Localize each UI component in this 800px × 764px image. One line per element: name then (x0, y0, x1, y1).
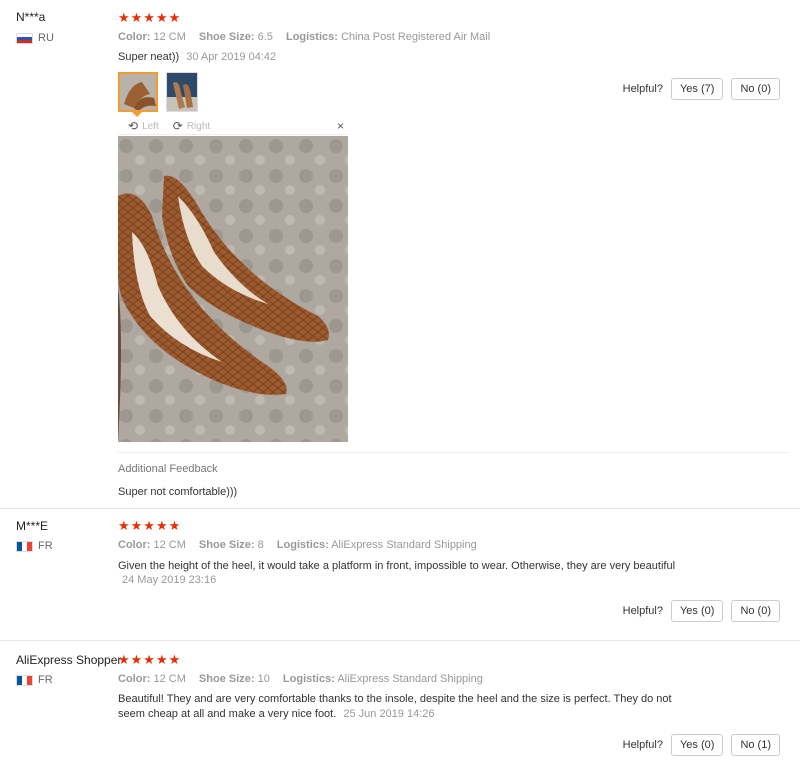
logistics-label: Logistics: (276, 539, 329, 551)
shoe-size-value: 6.5 (257, 31, 273, 43)
review-photo-thumbnail-1[interactable] (118, 72, 158, 112)
review-date: 25 Jun 2019 14:26 (343, 708, 435, 720)
helpful-vote: Helpful? Yes (0) No (0) (623, 600, 780, 622)
star-rating: ★★★★★ (118, 652, 182, 667)
country-code: RU (38, 32, 54, 44)
review-photo-thumbnail-2[interactable] (166, 72, 198, 112)
rotate-right-label[interactable]: Right (187, 121, 210, 132)
logistics-label: Logistics: (282, 673, 335, 685)
review-3: AliExpress Shopper FR ★★★★★ Color: 12 CM… (0, 640, 800, 764)
helpful-label: Helpful? (622, 83, 663, 95)
reviewer-name: N***a (16, 10, 46, 24)
logistics-value: AliExpress Standard Shipping (337, 673, 483, 685)
rotate-left-label[interactable]: Left (142, 121, 159, 132)
color-value: 12 CM (153, 673, 186, 685)
reviewer-country: FR (16, 674, 53, 686)
reviewer-country: FR (16, 540, 53, 552)
country-code: FR (38, 540, 53, 552)
additional-feedback-text: Super not comfortable))) (118, 486, 238, 498)
helpful-no-button[interactable]: No (1) (731, 734, 780, 756)
russia-flag-icon (16, 32, 33, 44)
color-label: Color: (118, 31, 151, 43)
review-2: M***E FR ★★★★★ Color: 12 CM Shoe Size: 8… (0, 508, 800, 640)
helpful-label: Helpful? (622, 605, 663, 617)
logistics-value: AliExpress Standard Shipping (331, 539, 477, 551)
review-date: 24 May 2019 23:16 (122, 574, 217, 586)
helpful-no-button[interactable]: No (0) (731, 78, 780, 100)
review-text: Super neat)) 30 Apr 2019 04:42 (118, 49, 276, 65)
helpful-label: Helpful? (622, 739, 663, 751)
color-value: 12 CM (153, 31, 186, 43)
feedback-divider (118, 452, 788, 453)
logistics-label: Logistics: (285, 31, 338, 43)
additional-feedback-title: Additional Feedback (118, 463, 218, 475)
shoe-size-label: Shoe Size: (198, 539, 255, 551)
helpful-yes-button[interactable]: Yes (7) (670, 78, 724, 100)
shoe-size-value: 10 (257, 673, 270, 685)
helpful-vote: Helpful? Yes (0) No (1) (623, 734, 780, 756)
reviewer-name: AliExpress Shopper (16, 653, 122, 667)
helpful-yes-button[interactable]: Yes (0) (670, 600, 724, 622)
rotate-left-icon[interactable]: ⟲ (128, 119, 138, 133)
star-rating: ★★★★★ (118, 10, 182, 25)
review-date-line: 24 May 2019 23:16 (118, 572, 216, 588)
helpful-yes-button[interactable]: Yes (0) (670, 734, 724, 756)
review-body: Super neat)) (118, 51, 180, 63)
helpful-no-button[interactable]: No (0) (731, 600, 780, 622)
review-body-line-2-wrap: seem cheap at all and make a very nice f… (118, 706, 435, 722)
logistics-value: China Post Registered Air Mail (340, 31, 491, 43)
shoe-size-label: Shoe Size: (198, 673, 255, 685)
shoe-size-value: 8 (257, 539, 264, 551)
review-photo-enlarged (118, 136, 348, 442)
review-1: N***a RU ★★★★★ Color: 12 CM Shoe Size: 6… (0, 0, 800, 508)
thumbnail-pointer (132, 112, 142, 117)
reviewer-name: M***E (16, 519, 49, 533)
order-attributes: Color: 12 CM Shoe Size: 6.5 Logistics: C… (118, 31, 500, 43)
rotate-right-icon[interactable]: ⟳ (173, 119, 183, 133)
color-label: Color: (118, 539, 151, 551)
review-body-line-2: seem cheap at all and make a very nice f… (118, 708, 337, 720)
order-attributes: Color: 12 CM Shoe Size: 10 Logistics: Al… (118, 673, 493, 685)
color-label: Color: (118, 673, 151, 685)
photo-viewer-toolbar: ⟲ Left ⟳ Right × (118, 118, 348, 135)
reviewer-country: RU (16, 32, 54, 44)
helpful-vote: Helpful? Yes (7) No (0) (623, 78, 780, 100)
star-rating: ★★★★★ (118, 518, 182, 533)
review-body-line-1: Beautiful! They and are very comfortable… (118, 693, 672, 705)
color-value: 12 CM (153, 539, 186, 551)
review-date: 30 Apr 2019 04:42 (186, 51, 277, 63)
france-flag-icon (16, 540, 33, 552)
france-flag-icon (16, 674, 33, 686)
shoe-size-label: Shoe Size: (198, 31, 255, 43)
close-viewer-icon[interactable]: × (337, 119, 344, 133)
order-attributes: Color: 12 CM Shoe Size: 8 Logistics: Ali… (118, 539, 487, 551)
country-code: FR (38, 674, 53, 686)
